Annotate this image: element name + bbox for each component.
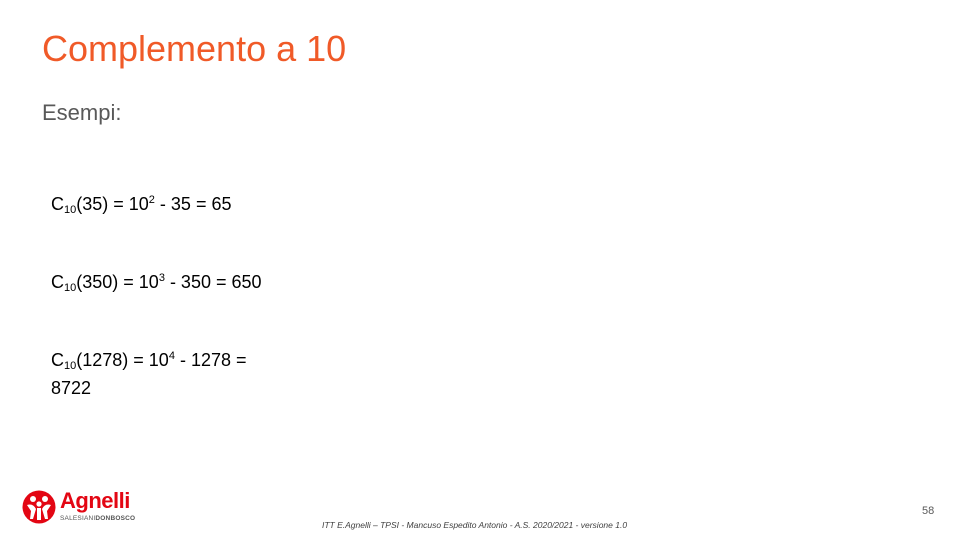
example-2-rest: - 350 = 650 — [164, 272, 262, 292]
slide-title: Complemento a 10 — [42, 28, 347, 69]
example-2: C10(350) = 103 - 350 = 650 — [51, 267, 262, 299]
example-3-rest: - 1278 = — [174, 350, 247, 370]
example-1: C10(35) = 102 - 35 = 65 — [51, 189, 231, 221]
example-3-c: C — [51, 350, 64, 370]
agnelli-logo-icon — [22, 490, 56, 524]
example-2-arg: (350) = 10 — [76, 272, 159, 292]
example-1-base: 10 — [64, 204, 77, 216]
logo-tagline: SALESIANIDONBOSCO — [60, 515, 135, 522]
example-2-c: C — [51, 272, 64, 292]
slide-subtitle: Esempi: — [42, 100, 122, 125]
page-number: 58 — [922, 505, 935, 517]
agnelli-logo: Agnelli SALESIANIDONBOSCO — [22, 488, 142, 528]
logo-tag-bold: DONBOSCO — [95, 515, 136, 522]
example-3: C10(1278) = 104 - 1278 = 8722 — [51, 345, 247, 399]
example-3-result-line2: 8722 — [51, 378, 92, 398]
example-3-arg: (1278) = 10 — [76, 350, 169, 370]
example-2-base: 10 — [64, 282, 77, 294]
example-3-base: 10 — [64, 360, 77, 372]
example-1-rest: - 35 = 65 — [154, 194, 232, 214]
logo-tag-light: SALESIANI — [60, 515, 96, 522]
example-1-c: C — [51, 194, 64, 214]
logo-wordmark: Agnelli — [60, 488, 130, 513]
slide-footer: ITT E.Agnelli – TPSI - Mancuso Espedito … — [322, 520, 628, 530]
example-1-arg: (35) = 10 — [76, 194, 149, 214]
